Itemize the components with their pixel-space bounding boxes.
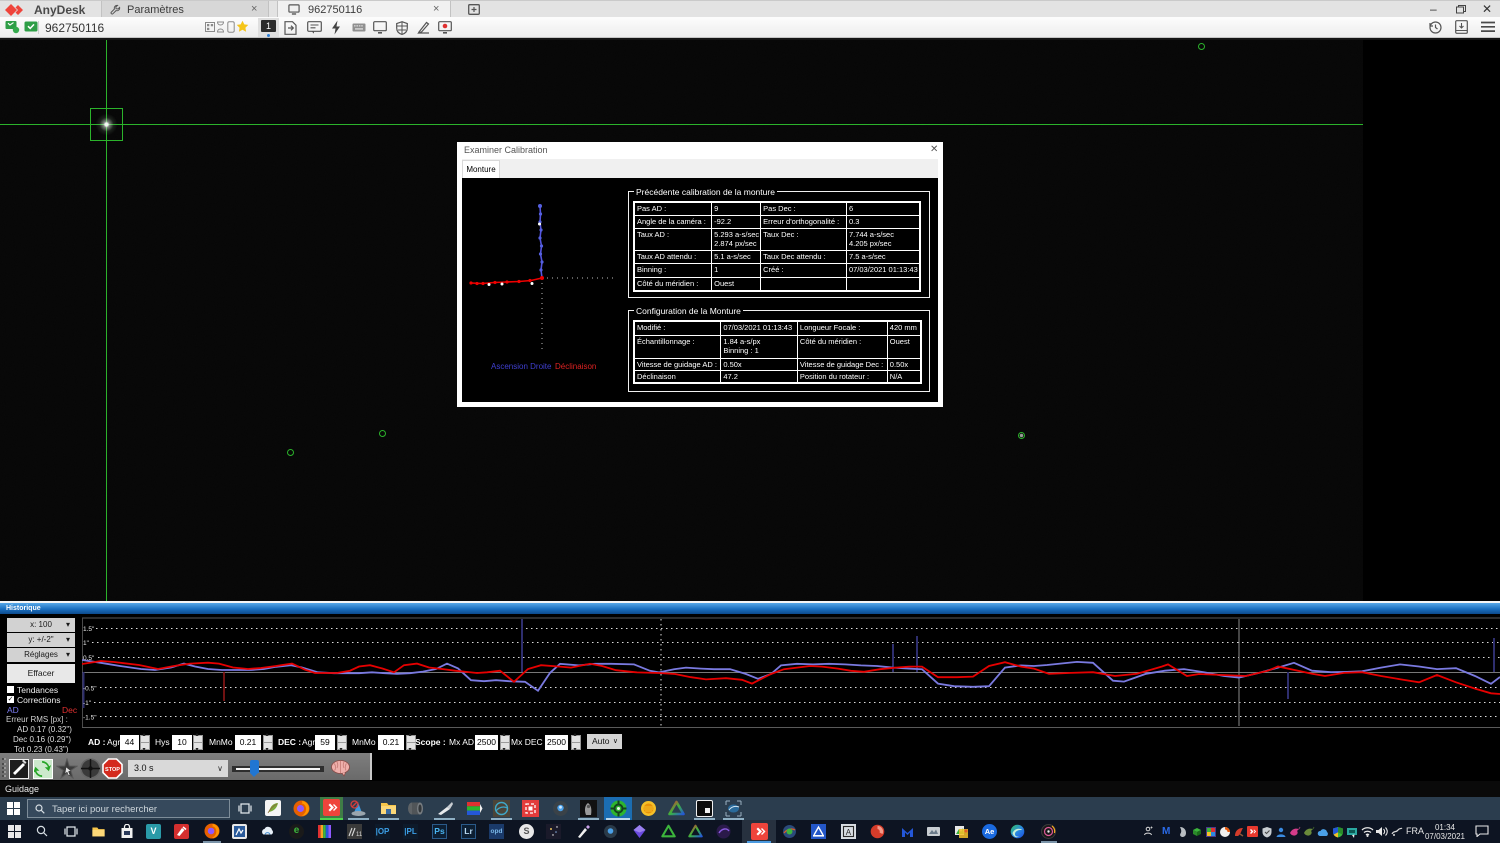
svg-text:0.5": 0.5" xyxy=(83,655,95,662)
svg-text:A: A xyxy=(846,828,852,837)
svg-text:-1": -1" xyxy=(83,700,92,707)
svg-text:STOP: STOP xyxy=(105,767,120,773)
svg-text:-0.5": -0.5" xyxy=(83,686,97,693)
svg-text:Ascension Droite: Ascension Droite xyxy=(491,362,552,371)
svg-text:-1.5": -1.5" xyxy=(83,715,97,722)
svg-text:Déclinaison: Déclinaison xyxy=(555,362,596,371)
svg-text:1": 1" xyxy=(83,640,90,647)
svg-text:11: 11 xyxy=(356,832,362,838)
svg-text:1.5": 1.5" xyxy=(83,626,95,633)
